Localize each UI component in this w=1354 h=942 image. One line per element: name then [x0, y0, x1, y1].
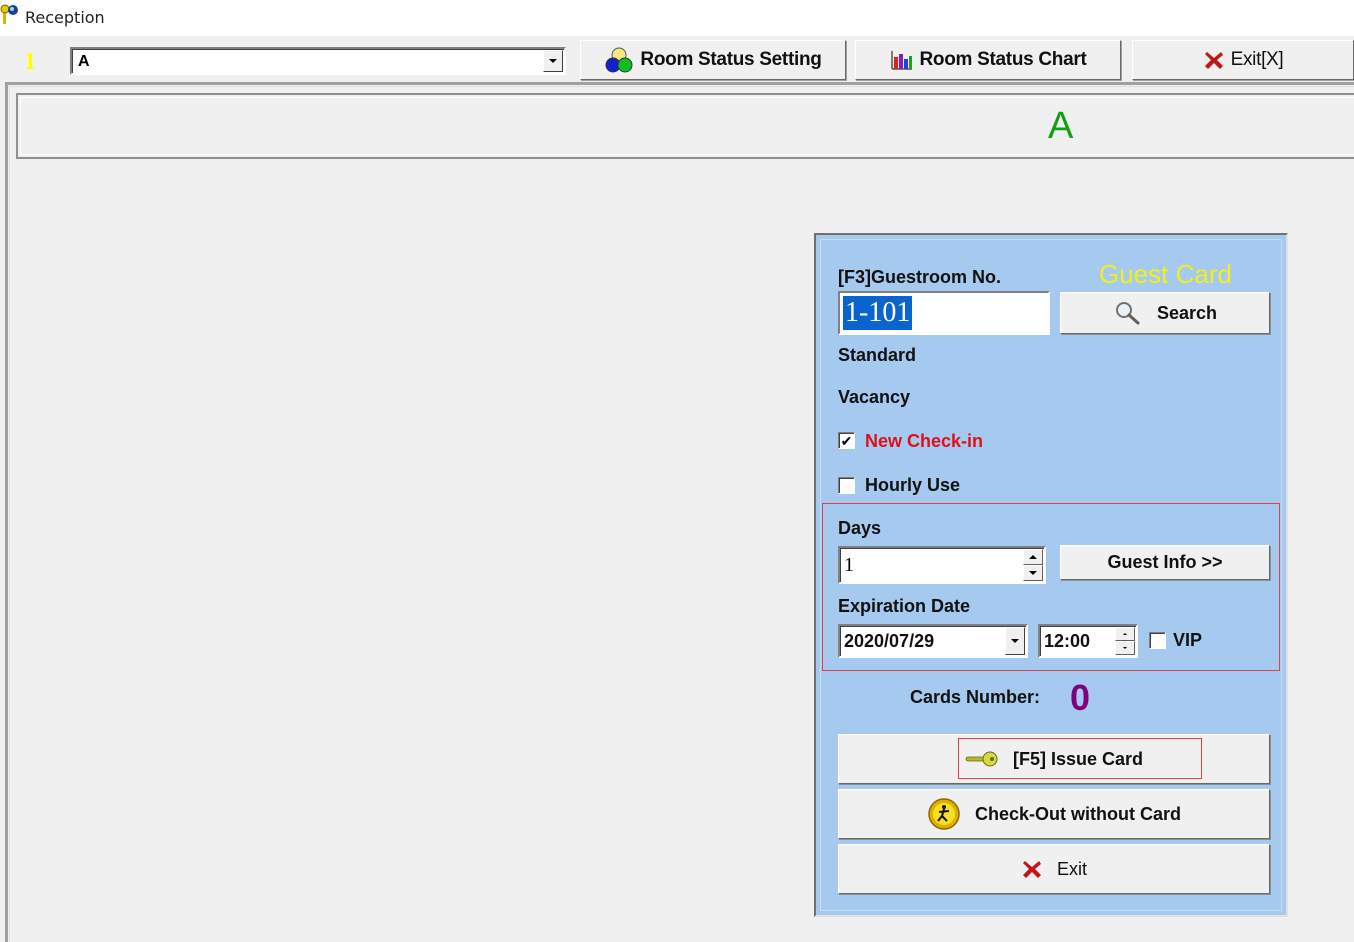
chevron-down-icon — [1011, 639, 1019, 643]
time-decrement-button[interactable] — [1115, 641, 1135, 655]
days-label: Days — [838, 518, 882, 538]
building-select[interactable]: A — [70, 47, 566, 75]
days-increment-button[interactable] — [1023, 549, 1043, 565]
expiration-date-picker[interactable]: 2020/07/29 — [838, 624, 1028, 658]
focus-rectangle — [958, 738, 1202, 779]
hourly-use-checkbox[interactable] — [838, 477, 855, 494]
issue-card-button[interactable]: [F5] Issue Card — [838, 734, 1270, 784]
vip-label: VIP — [1173, 630, 1203, 650]
days-spinner[interactable]: 1 — [838, 546, 1046, 584]
building-name: A — [1048, 105, 1074, 147]
chevron-down-icon — [549, 59, 557, 63]
cards-number-label: Cards Number: — [910, 687, 1041, 707]
expiration-time-value: 12:00 — [1044, 631, 1091, 651]
arrow-down-icon — [1123, 647, 1127, 649]
guestroom-label: [F3]Guestroom No. — [838, 267, 1002, 287]
guest-info-button[interactable]: Guest Info >> — [1060, 545, 1270, 580]
building-select-value: A — [78, 53, 90, 70]
search-icon — [1115, 302, 1140, 325]
floor-number: 1 — [24, 49, 36, 75]
exit-toolbar-button[interactable]: Exit[X] — [1132, 40, 1354, 80]
building-select-dropdown-button[interactable] — [543, 50, 563, 72]
red-x-icon — [1204, 52, 1223, 69]
search-button[interactable]: Search — [1060, 292, 1270, 334]
title-bar: Reception — [0, 0, 1354, 36]
time-increment-button[interactable] — [1115, 627, 1135, 641]
arrow-up-icon — [1029, 555, 1037, 559]
new-checkin-checkbox[interactable]: ✔ — [838, 432, 855, 449]
guestroom-input[interactable]: 1-101 — [838, 291, 1050, 335]
exit-label: Exit — [1056, 858, 1087, 879]
guest-info-label: Guest Info >> — [1107, 552, 1223, 572]
red-x-icon — [1022, 861, 1041, 878]
hourly-use-label: Hourly Use — [865, 475, 961, 495]
search-label: Search — [1156, 302, 1218, 323]
guest-card-panel: [F3]Guestroom No. Guest Card 1-101 Searc… — [814, 233, 1288, 917]
card-type-title: Guest Card — [1099, 259, 1232, 289]
bar-chart-icon — [890, 51, 912, 70]
building-banner: A — [16, 93, 1354, 159]
days-value: 1 — [844, 554, 854, 576]
three-circles-icon — [605, 47, 633, 73]
keys-icon — [0, 4, 18, 24]
checkout-without-card-button[interactable]: Check-Out without Card — [838, 789, 1270, 839]
room-status-setting-label: Room Status Setting — [640, 49, 822, 70]
check-icon: ✔ — [840, 432, 853, 449]
guestroom-input-value: 1-101 — [843, 296, 913, 330]
expiration-time-spinner[interactable]: 12:00 — [1038, 624, 1138, 658]
room-status-chart-label: Room Status Chart — [919, 49, 1087, 70]
days-decrement-button[interactable] — [1023, 565, 1043, 581]
arrow-up-icon — [1123, 633, 1127, 635]
cards-number-value: 0 — [1070, 677, 1091, 718]
vip-checkbox[interactable] — [1149, 632, 1166, 649]
checkout-without-card-label: Check-Out without Card — [975, 803, 1181, 824]
exit-toolbar-label: Exit[X] — [1230, 49, 1284, 70]
days-spin-buttons[interactable] — [1023, 549, 1043, 581]
room-status-chart-button[interactable]: Room Status Chart — [855, 40, 1121, 80]
toolbar: 1 A Room Status Setting Room Status Char… — [0, 36, 1354, 82]
exit-button[interactable]: Exit — [838, 844, 1270, 894]
checkout-person-icon — [928, 798, 960, 830]
new-checkin-label: New Check-in — [865, 431, 984, 451]
room-status: Vacancy — [838, 387, 911, 407]
arrow-down-icon — [1029, 571, 1037, 575]
window-title: Reception — [25, 8, 105, 27]
date-dropdown-button[interactable] — [1005, 627, 1025, 655]
expiration-date-value: 2020/07/29 — [844, 631, 935, 651]
room-type: Standard — [838, 345, 917, 365]
expiration-date-label: Expiration Date — [838, 596, 971, 616]
time-spin-buttons[interactable] — [1115, 627, 1135, 655]
room-status-setting-button[interactable]: Room Status Setting — [580, 40, 846, 80]
